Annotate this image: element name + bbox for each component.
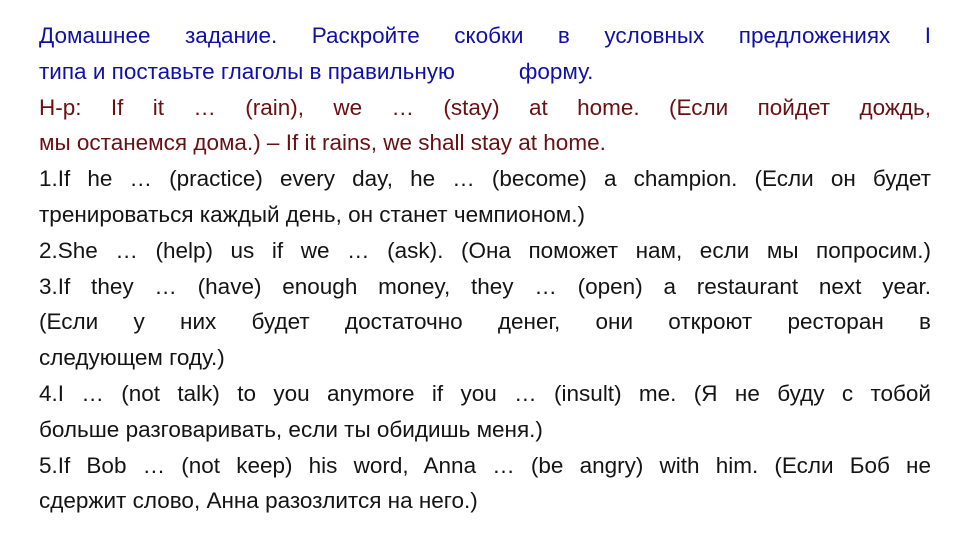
exercise-item-3: 3.If they … (have) enough money, they … … <box>39 269 931 376</box>
exercise-1-line-1: 1.If he … (practice) every day, he … (be… <box>39 166 931 192</box>
example-block: Н-р: If it … (rain), we … (stay) at home… <box>39 90 931 162</box>
exercise-1-line-2: тренироваться каждый день, он станет чем… <box>39 201 585 227</box>
exercise-3-line-2: (Если у них будет достаточно денег, они … <box>39 309 931 335</box>
exercise-5-line-1: 5.If Bob … (not keep) his word, Anna … (… <box>39 452 931 478</box>
exercise-5-line-2: сдержит слово, Анна разозлится на него.) <box>39 488 478 514</box>
exercise-2-line-1: 2.She … (help) us if we … (ask). (Она по… <box>39 237 931 263</box>
task-line-2b: форму. <box>518 58 594 84</box>
homework-slide: Домашнее задание. Раскройте скобки в усл… <box>39 18 931 519</box>
task-instruction: Домашнее задание. Раскройте скобки в усл… <box>39 18 931 90</box>
example-line-2: мы останемся дома.) – If it rains, we sh… <box>39 130 606 156</box>
example-line-1: Н-р: If it … (rain), we … (stay) at home… <box>39 94 931 120</box>
task-line-2a: типа и поставьте глаголы в правильную <box>39 58 455 84</box>
exercise-list: 1.If he … (practice) every day, he … (be… <box>39 161 931 519</box>
exercise-3-line-3: следующем году.) <box>39 345 225 371</box>
exercise-4-line-2: больше разговаривать, если ты обидишь ме… <box>39 416 543 442</box>
exercise-4-line-1: 4.I … (not talk) to you anymore if you …… <box>39 380 931 406</box>
exercise-item-2: 2.She … (help) us if we … (ask). (Она по… <box>39 233 931 269</box>
exercise-3-line-1: 3.If they … (have) enough money, they … … <box>39 273 931 299</box>
exercise-item-5: 5.If Bob … (not keep) his word, Anna … (… <box>39 448 931 520</box>
exercise-item-1: 1.If he … (practice) every day, he … (be… <box>39 161 931 233</box>
exercise-item-4: 4.I … (not talk) to you anymore if you …… <box>39 376 931 448</box>
task-line-2: типа и поставьте глаголы в правильную фор… <box>39 54 931 90</box>
task-line-1: Домашнее задание. Раскройте скобки в усл… <box>39 23 931 48</box>
